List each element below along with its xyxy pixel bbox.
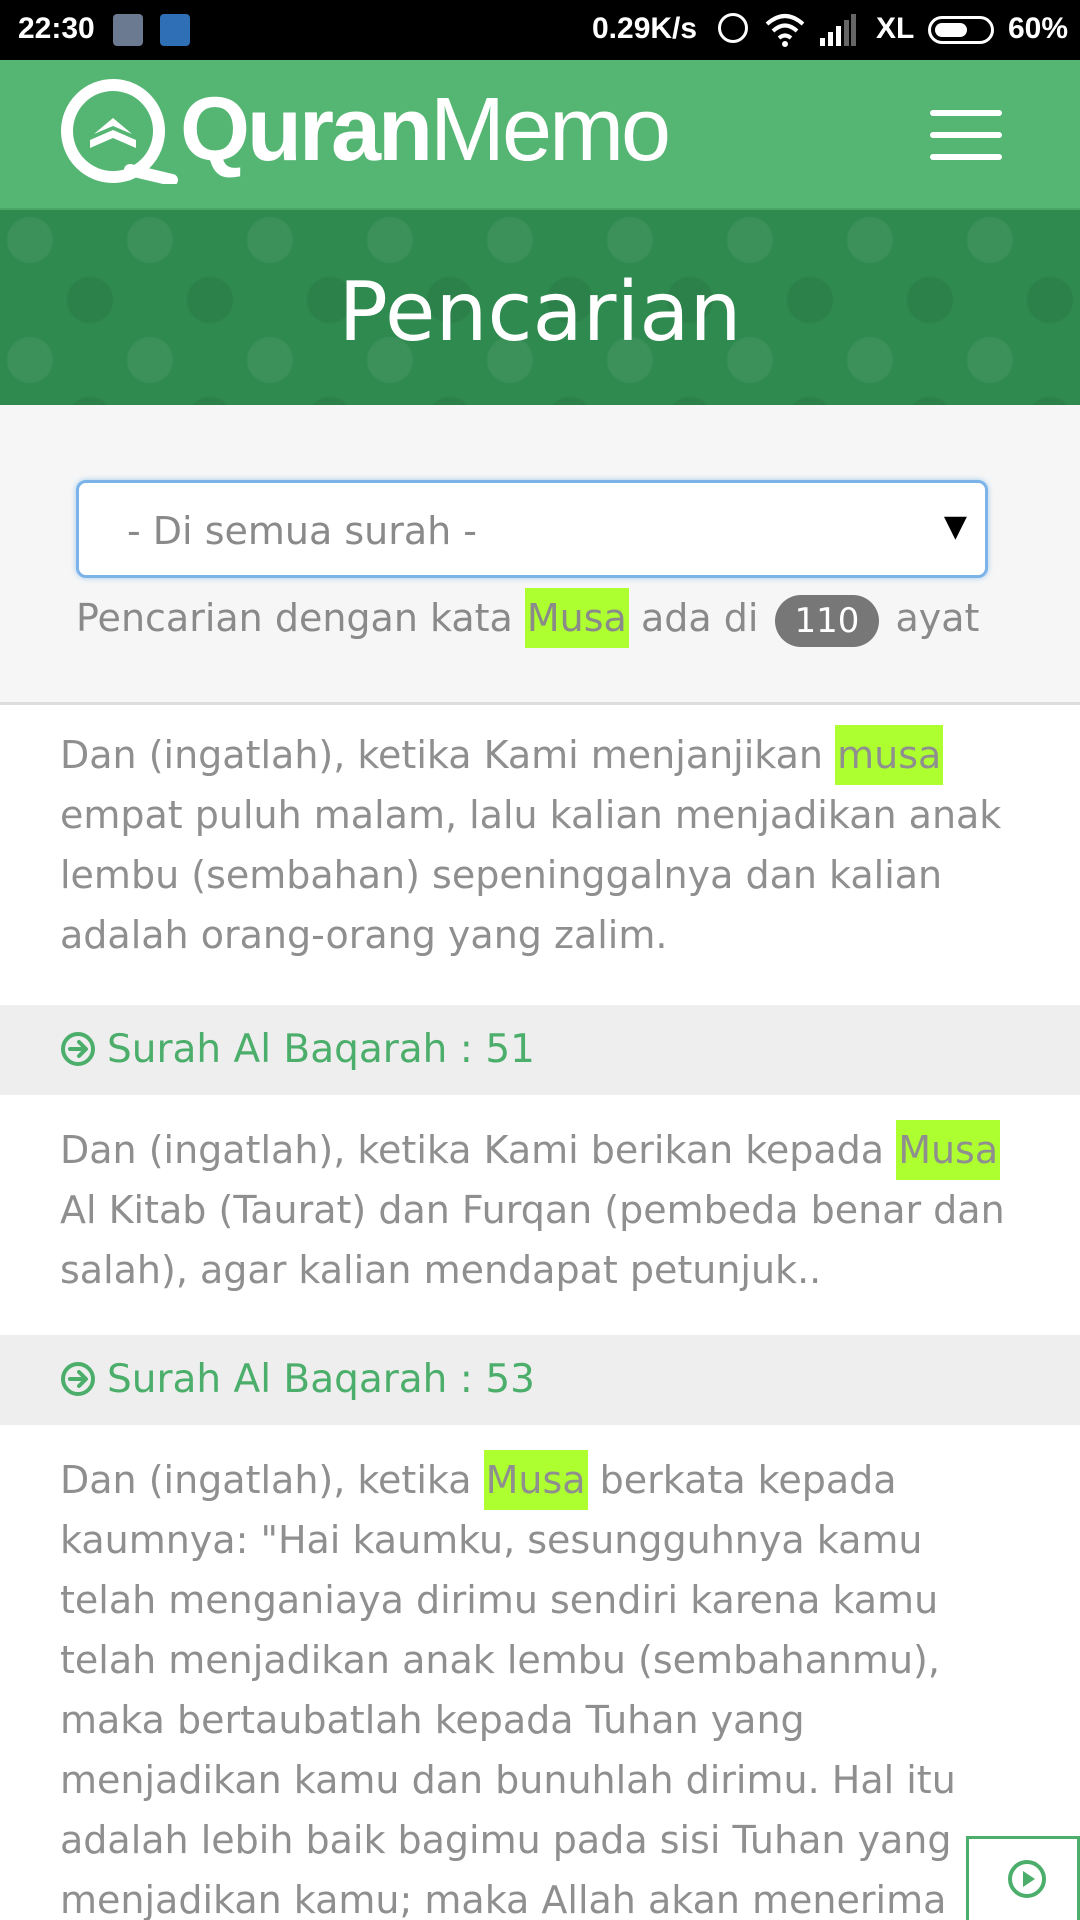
status-time: 22:30	[18, 12, 95, 45]
logo-text-light: Memo	[430, 80, 671, 180]
verse-text-after: Al Kitab (Taurat) dan Furqan (pembeda be…	[60, 1188, 1005, 1292]
verse-text: Dan (ingatlah), ketika Kami menjanjikan …	[0, 725, 1080, 965]
circle-arrow-right-icon	[61, 1362, 95, 1396]
verse-text-before: Dan (ingatlah), ketika Kami menjanjikan	[60, 733, 824, 777]
verse-reference-label: Surah Al Baqarah : 53	[107, 1357, 535, 1402]
battery-icon	[928, 16, 994, 44]
play-circle-icon	[1008, 1860, 1046, 1898]
audio-play-button[interactable]	[966, 1836, 1080, 1920]
carrier-label: XL	[876, 12, 915, 45]
search-filter-area: - Di semua surah - ▼ Pencarian dengan ka…	[0, 405, 1080, 705]
verse-reference-link[interactable]: Surah Al Baqarah : 51	[0, 1005, 1080, 1095]
hamburger-icon[interactable]	[930, 110, 1002, 160]
notification-app-icon	[113, 14, 143, 46]
network-speed: 0.29K/s	[592, 12, 698, 45]
verse-text-after: empat puluh malam, lalu kalian menjadika…	[60, 793, 1002, 957]
summary-middle: ada di	[640, 596, 759, 640]
verse-text: Dan (ingatlah), ketika Kami berikan kepa…	[0, 1120, 1080, 1300]
battery-percent: 60%	[1008, 12, 1069, 45]
surah-select[interactable]: - Di semua surah - ▼	[76, 480, 988, 578]
quran-logo-icon[interactable]	[60, 78, 178, 184]
verse-highlight: Musa	[896, 1120, 1001, 1180]
status-bar: 22:30 0.29K/s XL 60%	[0, 0, 1080, 60]
verse-highlight: Musa	[483, 1450, 588, 1510]
bbm-notification-icon	[160, 14, 190, 46]
app-logo-text[interactable]: QuranMemo	[180, 80, 671, 180]
verse-reference-link[interactable]: Surah Al Baqarah : 53	[0, 1335, 1080, 1425]
logo-text-bold: Quran	[180, 80, 433, 180]
app-header: QuranMemo	[0, 60, 1080, 210]
surah-select-value: - Di semua surah -	[127, 509, 477, 553]
verse-text-before: Dan (ingatlah), ketika	[60, 1458, 472, 1502]
verse-text-before: Dan (ingatlah), ketika Kami berikan kepa…	[60, 1128, 885, 1172]
page-banner: Pencarian	[0, 210, 1080, 405]
alarm-icon	[718, 13, 748, 43]
page-title: Pencarian	[338, 265, 742, 360]
summary-suffix: ayat	[895, 596, 980, 640]
verse-reference-label: Surah Al Baqarah : 51	[107, 1027, 535, 1072]
search-summary: Pencarian dengan kata Musa ada di 110 ay…	[76, 583, 979, 653]
signal-icon	[820, 14, 856, 46]
result-count-badge: 110	[774, 594, 880, 647]
chevron-down-icon: ▼	[943, 509, 967, 544]
search-keyword: Musa	[524, 588, 629, 648]
verse-text: Dan (ingatlah), ketika Musa berkata kepa…	[0, 1450, 1080, 1920]
summary-prefix: Pencarian dengan kata	[76, 596, 513, 640]
verse-highlight: musa	[835, 725, 944, 785]
circle-arrow-right-icon	[61, 1032, 95, 1066]
verse-text-after: berkata kepada kaumnya: "Hai kaumku, ses…	[60, 1458, 956, 1920]
wifi-icon	[765, 14, 805, 47]
